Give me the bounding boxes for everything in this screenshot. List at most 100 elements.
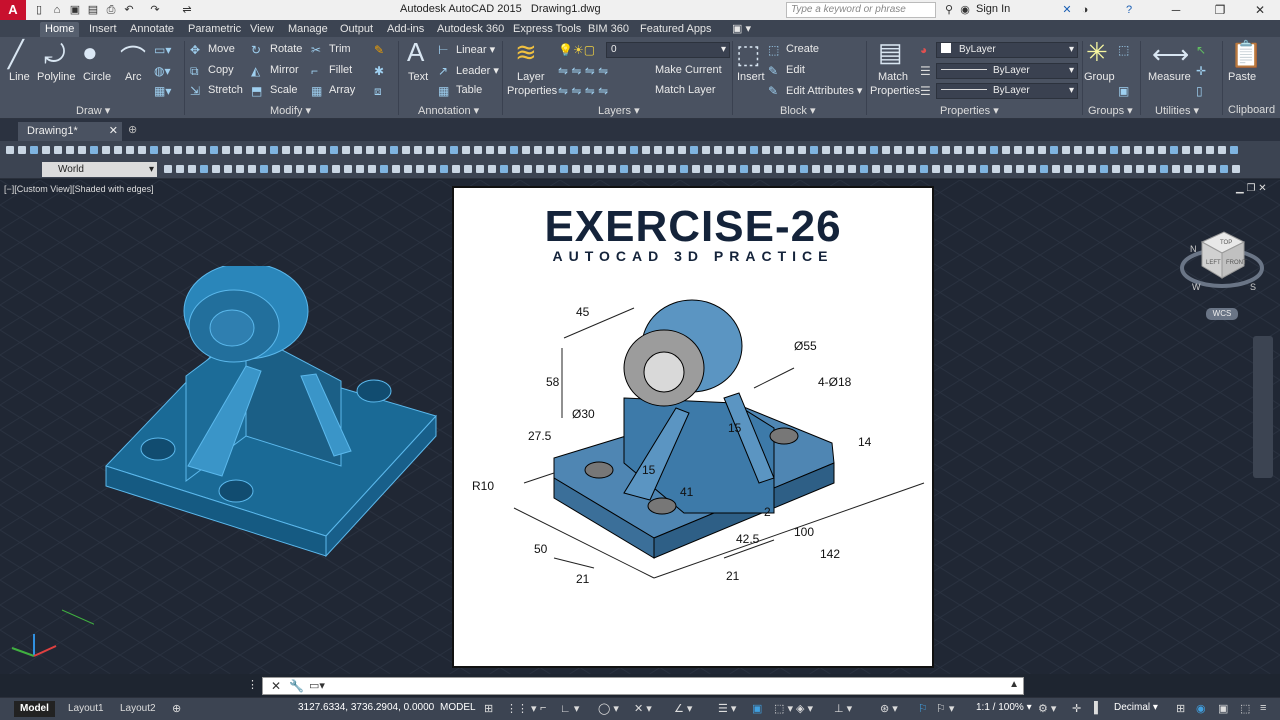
rectangle-icon[interactable]: ▭▾	[154, 43, 171, 57]
lineweight-dropdown[interactable]: ByLayer ▾	[936, 83, 1078, 99]
new-file-icon[interactable]: ▯	[32, 3, 46, 17]
edit-button[interactable]: Edit	[786, 64, 805, 76]
trim-button[interactable]: Trim	[329, 43, 351, 55]
insert-button[interactable]: Insert	[737, 71, 765, 83]
tab-options-icon[interactable]: ▣ ▾	[732, 22, 751, 37]
quick-select-icon[interactable]: ↖	[1196, 43, 1206, 57]
table-button[interactable]: Table	[456, 84, 482, 96]
tab-autodesk-360[interactable]: Autodesk 360	[437, 22, 504, 37]
drawing-tab[interactable]: Drawing1* ✕	[18, 122, 122, 141]
sign-in-button[interactable]: Sign In	[976, 3, 1010, 15]
help-icon[interactable]: ?	[1122, 3, 1136, 17]
lightbulb-icon[interactable]: 💡☀▢	[558, 43, 595, 57]
stretch-button[interactable]: Stretch	[208, 84, 243, 96]
copy-button[interactable]: Copy	[208, 64, 234, 76]
tab-manage[interactable]: Manage	[288, 22, 328, 37]
make-current-button[interactable]: Make Current	[655, 64, 722, 76]
explode-icon[interactable]: ✱	[374, 64, 384, 78]
units-dropdown[interactable]: Decimal ▾	[1114, 702, 1158, 713]
match-layer-button[interactable]: Match Layer	[655, 84, 716, 96]
coordinates-readout[interactable]: 3127.6334, 3736.2904, 0.0000	[298, 702, 434, 713]
hardware-acceleration-icon[interactable]: ▣	[1218, 702, 1228, 715]
viewcube[interactable]: TOP LEFT FRONT N W S	[1178, 220, 1268, 300]
paste-button[interactable]: Paste	[1228, 71, 1256, 83]
navigation-bar[interactable]	[1253, 336, 1273, 478]
user-icon[interactable]: ◉	[958, 3, 972, 17]
open-file-icon[interactable]: ⌂	[50, 3, 64, 17]
create-button[interactable]: Create	[786, 43, 819, 55]
layer-properties-button[interactable]: Layer	[517, 71, 545, 83]
save-as-icon[interactable]: ▤	[86, 3, 100, 17]
layout1-tab[interactable]: Layout1	[62, 701, 110, 717]
mirror-button[interactable]: Mirror	[270, 64, 299, 76]
toolbar-icons[interactable]	[0, 141, 1280, 179]
add-icon[interactable]: ✛	[1072, 702, 1081, 715]
rotate-button[interactable]: Rotate	[270, 43, 302, 55]
viewport-window-controls[interactable]: ▁ ❐ ✕	[1236, 183, 1267, 194]
snap-icon[interactable]: ⋮⋮ ▾	[506, 702, 537, 715]
isolate-objects-icon[interactable]: ◉	[1196, 702, 1206, 715]
command-prompt-icon[interactable]: ▭▾	[309, 679, 325, 692]
tab-view[interactable]: View	[250, 22, 274, 37]
group-button[interactable]: Group	[1084, 71, 1115, 83]
tab-add-ins[interactable]: Add-ins	[387, 22, 424, 37]
isodraft-icon[interactable]: ◯ ▾	[598, 702, 619, 715]
tab-express-tools[interactable]: Express Tools	[513, 22, 581, 37]
workspace-icon[interactable]: ⚙ ▾	[1038, 702, 1056, 715]
circle-button[interactable]: Circle	[83, 71, 111, 83]
redo-icon[interactable]: ↷	[148, 3, 162, 17]
polar-icon[interactable]: ∟ ▾	[560, 702, 579, 715]
3d-bracket-model[interactable]	[96, 266, 456, 586]
close-tab-icon[interactable]: ✕	[109, 124, 118, 137]
account-icon[interactable]: ◑	[1078, 3, 1092, 17]
customize-command-icon[interactable]: 🔧	[289, 679, 304, 693]
color-dropdown[interactable]: ByLayer ▾	[936, 42, 1078, 58]
text-button[interactable]: Text	[408, 71, 428, 83]
edit-attributes-button[interactable]: Edit Attributes ▾	[786, 84, 862, 97]
plot-icon[interactable]: ⎙	[104, 3, 118, 17]
scale-button[interactable]: Scale	[270, 84, 298, 96]
model-space-toggle[interactable]: MODEL	[440, 702, 476, 713]
ortho-icon[interactable]: ⌐	[540, 702, 546, 714]
erase-icon[interactable]: ✎	[374, 43, 384, 57]
fillet-button[interactable]: Fillet	[329, 64, 352, 76]
wcs-menu[interactable]: WCS	[1206, 308, 1238, 320]
search-input[interactable]: Type a keyword or phrase	[786, 2, 936, 18]
annotation-panel-label[interactable]: Annotation ▾	[418, 104, 479, 117]
tab-bim-360[interactable]: BIM 360	[588, 22, 629, 37]
arc-button[interactable]: Arc	[125, 71, 142, 83]
undo-icon[interactable]: ↶	[122, 3, 136, 17]
command-history-icon[interactable]: ▲	[1009, 679, 1019, 690]
grid-icon[interactable]: ⊞	[484, 702, 493, 715]
tab-parametric[interactable]: Parametric	[188, 22, 241, 37]
offset-icon[interactable]: ⧈	[374, 84, 382, 99]
draw-panel-label[interactable]: Draw ▾	[76, 104, 110, 117]
layer-tools-icon[interactable]: ⇋ ⇋ ⇋ ⇋	[558, 64, 608, 78]
transparency-icon[interactable]: ▣	[752, 702, 762, 715]
new-layout-icon[interactable]: ⊕	[172, 702, 181, 715]
selection-cycling-icon[interactable]: ⬚ ▾	[774, 702, 793, 715]
tab-insert[interactable]: Insert	[89, 22, 117, 37]
group-select-icon[interactable]: ▣	[1118, 84, 1129, 98]
layout2-tab[interactable]: Layout2	[114, 701, 162, 717]
annotation-visibility-icon[interactable]: ⚐	[918, 702, 928, 715]
point-icon[interactable]: ✛	[1196, 64, 1206, 78]
autocad-logo-icon[interactable]: A	[0, 0, 26, 20]
utilities-panel-label[interactable]: Utilities ▾	[1155, 104, 1199, 117]
ucs-dropdown[interactable]: World ▾	[42, 162, 157, 177]
viewport-controls-label[interactable]: [−][Custom View][Shaded with edges]	[4, 184, 154, 194]
move-button[interactable]: Move	[208, 43, 235, 55]
quick-properties-icon[interactable]: ⊞	[1176, 702, 1185, 715]
tab-home[interactable]: Home	[40, 22, 80, 37]
command-grip-icon[interactable]: ⋮	[247, 678, 258, 691]
properties-panel-label[interactable]: Properties ▾	[940, 104, 999, 117]
array-button[interactable]: Array	[329, 84, 355, 96]
modify-panel-label[interactable]: Modify ▾	[270, 104, 311, 117]
line-button[interactable]: Line	[9, 71, 30, 83]
groups-panel-label[interactable]: Groups ▾	[1088, 104, 1133, 117]
layer-state-icon[interactable]: ⇋ ⇋ ⇋ ⇋	[558, 84, 608, 98]
minimize-icon[interactable]: ─	[1156, 0, 1196, 20]
tab-annotate[interactable]: Annotate	[130, 22, 174, 37]
linetype-dropdown[interactable]: ByLayer ▾	[936, 63, 1078, 79]
tab-featured-apps[interactable]: Featured Apps	[640, 22, 712, 37]
